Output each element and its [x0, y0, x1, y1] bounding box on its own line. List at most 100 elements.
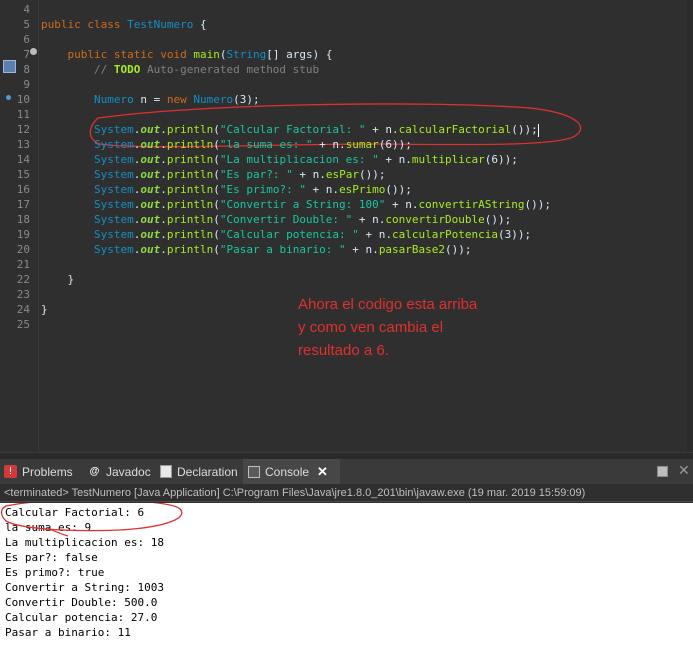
- code-token: .: [160, 123, 167, 136]
- code-token: "Es par?: ": [219, 168, 293, 181]
- tab-console[interactable]: Console ✕: [243, 459, 340, 484]
- at-icon: @: [89, 466, 100, 477]
- annotation-note: Ahora el codigo esta arriba y como ven c…: [298, 296, 478, 359]
- code-token: (: [213, 138, 220, 151]
- code-token: out: [140, 213, 161, 226]
- code-line: System.out.println("Convertir a String: …: [41, 197, 551, 212]
- code-token: "Es primo?: ": [219, 183, 306, 196]
- code-token: .: [160, 168, 167, 181]
- tab-declaration[interactable]: Declaration: [156, 459, 244, 484]
- code-token: (6));: [378, 138, 412, 151]
- line-number: 4: [23, 3, 30, 16]
- code-line: System.out.println("Es primo?: " + n.esP…: [41, 182, 412, 197]
- line-number: 6: [23, 33, 30, 46]
- code-token: }: [41, 303, 48, 316]
- code-token: println: [166, 168, 214, 181]
- code-token: (3));: [498, 228, 532, 241]
- console-line: Es par?: false: [5, 551, 98, 564]
- code-token: .: [160, 153, 167, 166]
- code-line: System.out.println("Calcular Factorial: …: [41, 122, 539, 137]
- line-number: 15: [16, 168, 30, 181]
- code-token: //: [41, 63, 114, 76]
- code-token: calcularPotencia: [392, 228, 499, 241]
- code-token: out: [140, 138, 161, 151]
- code-token: + n.: [345, 243, 379, 256]
- line-number: 8: [23, 63, 30, 76]
- code-token: + n.: [365, 123, 399, 136]
- code-token: "Calcular Factorial: ": [219, 123, 366, 136]
- code-token: multiplicar: [411, 153, 485, 166]
- console-line: Calcular Factorial: 6: [5, 506, 145, 519]
- code-token: "la suma es: ": [219, 138, 313, 151]
- close-view-icon[interactable]: ✕: [678, 462, 690, 479]
- code-token: Auto-generated method stub: [140, 63, 320, 76]
- line-number: 25: [16, 318, 30, 331]
- line-number: 13: [16, 138, 30, 151]
- tab-label: Javadoc: [106, 464, 151, 479]
- code-token: out: [140, 153, 161, 166]
- console-line: Es primo?: true: [5, 566, 105, 579]
- code-editor[interactable]: Ahora el codigo esta arriba y como ven c…: [0, 0, 693, 452]
- console-line: La multiplicacion es: 18: [5, 536, 164, 549]
- code-token: println: [166, 123, 214, 136]
- text-cursor: [537, 123, 539, 137]
- code-token: println: [166, 138, 214, 151]
- code-line: }: [41, 302, 48, 317]
- code-token: (: [213, 198, 220, 211]
- code-line: System.out.println("Calcular potencia: "…: [41, 227, 531, 242]
- fold-toggle-icon[interactable]: [30, 48, 37, 55]
- line-number: 24: [16, 303, 30, 316]
- code-token: .: [160, 198, 167, 211]
- code-token: println: [166, 243, 214, 256]
- code-token: System: [93, 123, 134, 136]
- code-token: convertirDouble: [385, 213, 485, 226]
- code-token: (6));: [484, 153, 518, 166]
- code-token: + n.: [358, 228, 393, 241]
- code-token: (: [213, 183, 220, 196]
- code-line: System.out.println("Convertir Double: " …: [41, 212, 511, 227]
- code-line: System.out.println("Es par?: " + n.esPar…: [41, 167, 385, 182]
- code-line: public static void main(String[] args) {: [41, 47, 333, 62]
- code-token: + n.: [292, 168, 326, 181]
- code-line: // TODO Auto-generated method stub: [41, 62, 319, 77]
- code-token: out: [140, 243, 161, 256]
- code-token: out: [140, 183, 161, 196]
- code-token: + n.: [312, 138, 346, 151]
- code-token: System: [93, 153, 134, 166]
- code-token: (3);: [233, 93, 260, 106]
- code-token: System: [93, 213, 134, 226]
- line-number: 21: [16, 258, 30, 271]
- code-token: + n.: [385, 198, 419, 211]
- code-token: calcularFactorial: [398, 123, 512, 136]
- console-output[interactable]: Calcular Factorial: 6 la suma es: 9 La mul…: [0, 503, 693, 667]
- code-token: sumar: [345, 138, 379, 151]
- code-token: [] args) {: [266, 48, 333, 61]
- tab-javadoc[interactable]: @ Javadoc: [84, 459, 158, 484]
- code-token: ());: [511, 123, 538, 136]
- code-token: System: [93, 183, 134, 196]
- code-line: }: [41, 272, 74, 287]
- code-token: String: [226, 48, 267, 61]
- code-token: System: [93, 243, 134, 256]
- console-line: Calcular potencia: 27.0: [5, 611, 158, 624]
- console-line: Convertir a String: 1003: [5, 581, 164, 594]
- line-number: 11: [16, 108, 30, 121]
- code-token: (: [213, 168, 220, 181]
- tab-problems[interactable]: ! Problems: [0, 459, 84, 484]
- code-line: System.out.println("La multiplicacion es…: [41, 152, 518, 167]
- minimize-icon[interactable]: [657, 466, 668, 477]
- console-line: la suma es: 9: [5, 521, 92, 534]
- code-token: "Calcular potencia: ": [219, 228, 359, 241]
- close-icon[interactable]: ✕: [317, 464, 328, 480]
- code-token: println: [166, 228, 214, 241]
- tab-label: Problems: [22, 464, 73, 479]
- code-token: (: [213, 153, 220, 166]
- declaration-icon: [160, 465, 172, 478]
- tab-label: Declaration: [177, 464, 238, 479]
- editor-scrollbar[interactable]: [687, 0, 693, 452]
- code-token: ());: [358, 168, 386, 181]
- code-token: .: [160, 243, 167, 256]
